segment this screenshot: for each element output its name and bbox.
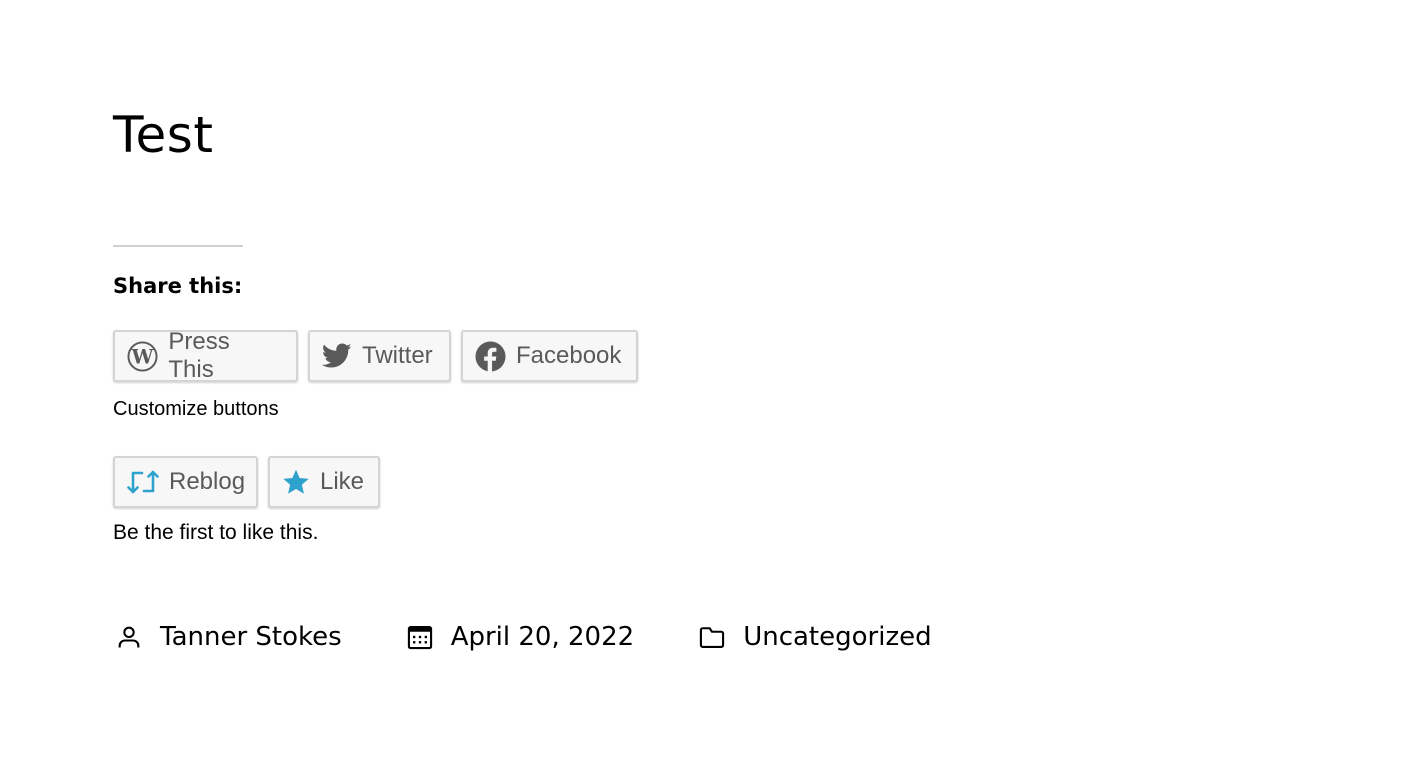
twitter-label: Twitter [362, 342, 433, 369]
facebook-button[interactable]: Facebook [461, 330, 638, 382]
person-icon [113, 621, 145, 653]
likes-note: Be the first to like this. [113, 521, 319, 544]
category-link[interactable]: Uncategorized [743, 617, 931, 657]
facebook-label: Facebook [516, 342, 622, 369]
svg-text:W: W [131, 345, 154, 368]
reblog-icon [127, 466, 159, 498]
date-link[interactable]: April 20, 2022 [451, 617, 634, 657]
wordpress-icon: W [127, 340, 158, 372]
divider [113, 245, 243, 247]
twitter-button[interactable]: Twitter [308, 330, 451, 382]
like-button[interactable]: Like [268, 456, 380, 508]
like-buttons: Reblog Like [113, 456, 380, 508]
like-label: Like [320, 468, 365, 495]
post-title: Test [113, 106, 214, 164]
folder-icon [696, 621, 728, 653]
calendar-icon [404, 621, 436, 653]
post-page: Test Share this: W Press This Twitter Fa… [0, 0, 1412, 762]
post-category: Uncategorized [696, 617, 932, 657]
customize-buttons-link[interactable]: Customize buttons [113, 396, 279, 422]
reblog-button[interactable]: Reblog [113, 456, 258, 508]
press-this-label: Press This [168, 328, 230, 383]
post-date: April 20, 2022 [404, 617, 634, 657]
post-meta: Tanner Stokes April 20, 2022 Uncategoriz… [113, 617, 932, 657]
star-icon [282, 466, 310, 498]
twitter-icon [322, 340, 352, 372]
post-author: Tanner Stokes [113, 617, 342, 657]
press-this-button[interactable]: W Press This [113, 328, 298, 383]
share-heading: Share this: [113, 274, 243, 298]
share-buttons: W Press This Twitter Facebook [113, 328, 638, 383]
facebook-icon [475, 340, 506, 372]
reblog-label: Reblog [169, 468, 246, 495]
author-link[interactable]: Tanner Stokes [160, 617, 342, 657]
